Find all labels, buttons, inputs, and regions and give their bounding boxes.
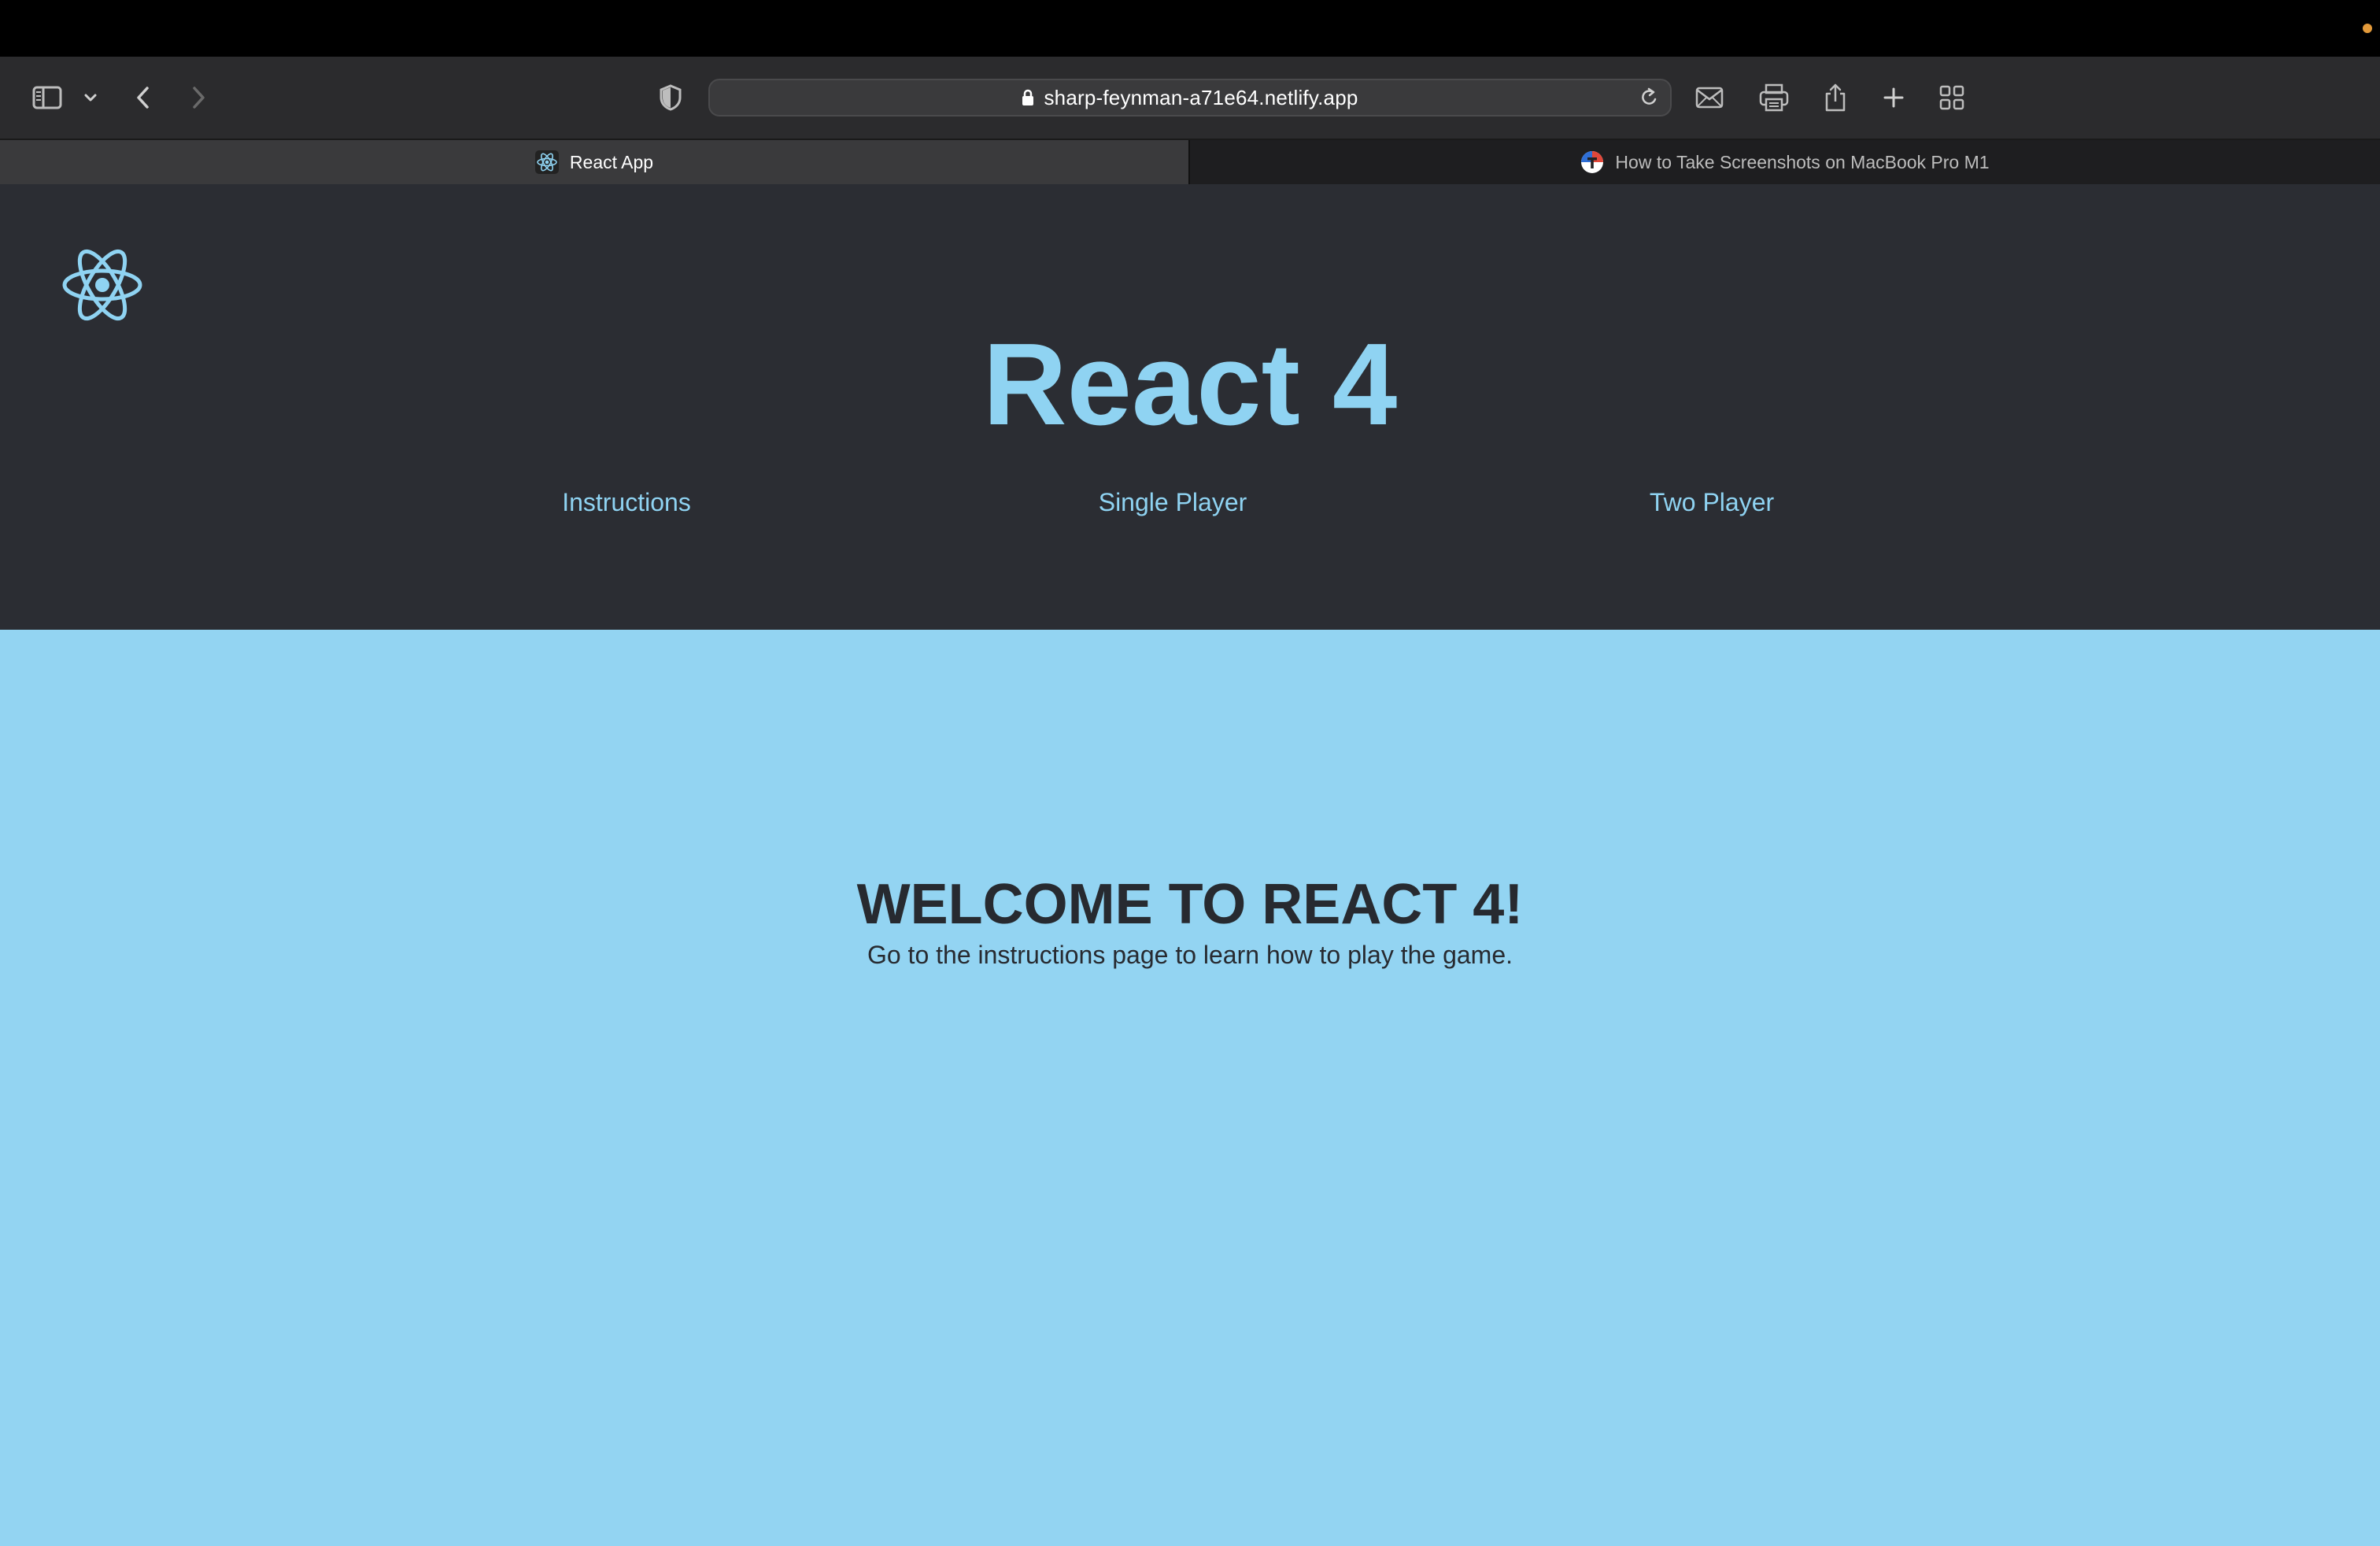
tab-bar: React App How to Take Screenshots on Mac…: [0, 139, 2380, 184]
main-content: WELCOME TO REACT 4! Go to the instructio…: [0, 630, 2380, 1546]
new-tab-plus-icon[interactable]: [1879, 57, 1908, 139]
forward-arrow-icon[interactable]: [186, 57, 211, 139]
site-favicon: [1580, 150, 1604, 174]
nav-link-two-player[interactable]: Two Player: [1621, 486, 1802, 518]
tab-react-app[interactable]: React App: [0, 140, 1188, 184]
app-header: React 4 Instructions Single Player Two P…: [0, 184, 2380, 630]
address-bar[interactable]: sharp-feynman-a71e64.netlify.app: [708, 79, 1672, 117]
tab-screenshots-article[interactable]: How to Take Screenshots on MacBook Pro M…: [1188, 140, 2380, 184]
web-page: React 4 Instructions Single Player Two P…: [0, 184, 2380, 1546]
sidebar-icon[interactable]: [28, 57, 66, 139]
react-logo-icon: [60, 247, 145, 323]
menu-bar: [0, 0, 2380, 57]
tab-label: How to Take Screenshots on MacBook Pro M…: [1615, 151, 1990, 172]
screen: sharp-feynman-a71e64.netlify.app React A…: [0, 0, 2380, 1546]
tab-overview-icon[interactable]: [1936, 57, 1968, 139]
print-icon[interactable]: [1757, 57, 1791, 139]
lock-icon: [1022, 89, 1034, 106]
welcome-subtitle: Go to the instructions page to learn how…: [867, 941, 1513, 969]
welcome-heading: WELCOME TO REACT 4!: [856, 873, 1524, 936]
tab-label: React App: [569, 151, 654, 172]
share-icon[interactable]: [1820, 57, 1851, 139]
nav-link-instructions[interactable]: Instructions: [548, 486, 705, 518]
reload-icon[interactable]: [1639, 80, 1659, 115]
url-text: sharp-feynman-a71e64.netlify.app: [1044, 85, 1358, 109]
privacy-shield-icon[interactable]: [655, 57, 686, 139]
mail-icon[interactable]: [1692, 57, 1727, 139]
nav-link-single-player[interactable]: Single Player: [1070, 486, 1275, 518]
app-title: React 4: [982, 320, 1398, 449]
chevron-down-icon[interactable]: [79, 57, 102, 139]
browser-toolbar: sharp-feynman-a71e64.netlify.app: [0, 57, 2380, 139]
back-arrow-icon[interactable]: [131, 57, 156, 139]
react-icon: [534, 150, 559, 174]
camera-indicator-dot: [2363, 24, 2372, 33]
